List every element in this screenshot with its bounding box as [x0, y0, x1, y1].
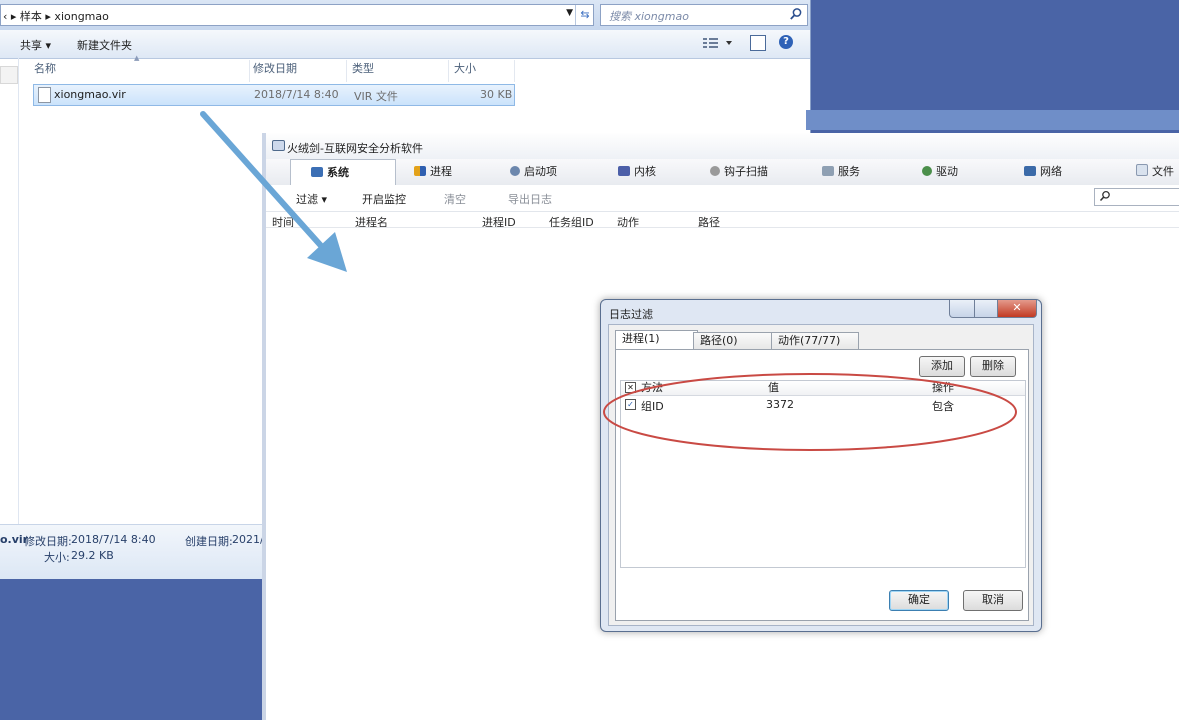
annotation-ellipse [603, 373, 1017, 451]
tab-services[interactable]: 服务 [822, 159, 860, 185]
tab-kernel[interactable]: 内核 [618, 159, 656, 185]
file-modified: 2018/7/14 8:40 [254, 88, 339, 101]
search-icon[interactable] [789, 7, 803, 21]
status-modified-label: 修改日期: [24, 535, 72, 548]
file-icon [38, 87, 51, 103]
tab-label: 文件 [1152, 165, 1174, 178]
details-pane: o.vir 修改日期: 2018/7/14 8:40 创建日期: 2021/ 大… [0, 524, 264, 579]
status-modified-value: 2018/7/14 8:40 [71, 533, 156, 546]
log-toolbar: 过滤 ▾ 开启监控 清空 导出日志 [266, 185, 1179, 212]
maximize-icon[interactable] [974, 300, 998, 318]
address-dropdown-icon[interactable]: ▼ [566, 8, 573, 18]
services-icon [822, 166, 834, 176]
tab-label: 进程 [430, 165, 452, 178]
dialog-tab-label: 路径(0) [700, 334, 738, 347]
file-type: VIR 文件 [354, 90, 398, 103]
nav-selected-item[interactable] [0, 66, 18, 84]
app-titlebar[interactable]: 火绒剑-互联网安全分析软件 [266, 133, 1179, 159]
tab-label: 钩子扫描 [724, 165, 768, 178]
explorer-toolbar: 共享 ▾ 新建文件夹 ? [0, 30, 810, 59]
cancel-button[interactable]: 取消 [963, 590, 1023, 611]
tab-file[interactable]: 文件 [1136, 159, 1174, 185]
tab-label: 网络 [1040, 165, 1062, 178]
file-tab-icon [1136, 164, 1148, 176]
start-monitor-button[interactable]: 开启监控 [362, 191, 406, 207]
tab-label: 驱动 [936, 165, 958, 178]
status-size-value: 29.2 KB [71, 549, 114, 562]
breadcrumb[interactable]: ‹ ▸ 样本 ▸ xiongmao [3, 8, 109, 24]
minimize-icon[interactable] [949, 300, 975, 318]
hook-icon [710, 166, 720, 176]
dialog-tab-action[interactable]: 动作(77/77) [771, 332, 859, 350]
view-options-icon[interactable] [702, 35, 736, 51]
column-header-modified[interactable]: 修改日期 [249, 60, 347, 82]
refresh-icon[interactable]: ⇆ [575, 5, 594, 25]
list-header-divider [266, 227, 1179, 228]
dialog-tab-process[interactable]: 进程(1) [615, 330, 698, 350]
status-created-label: 创建日期: [185, 535, 233, 548]
tab-label: 服务 [838, 165, 860, 178]
tab-label: 启动项 [524, 165, 557, 178]
tab-drivers[interactable]: 驱动 [922, 159, 958, 185]
column-header-label: 类型 [352, 62, 374, 75]
network-icon [1024, 166, 1036, 176]
process-icon [414, 166, 426, 176]
dialog-tab-path[interactable]: 路径(0) [693, 332, 774, 350]
column-header-label: 修改日期 [253, 62, 297, 75]
background-window-strip [806, 110, 1179, 130]
share-button[interactable]: 共享 ▾ [20, 37, 51, 53]
preview-pane-icon[interactable] [750, 35, 766, 51]
app-search-input[interactable] [1094, 188, 1179, 206]
address-bar-area: ‹ ▸ 样本 ▸ xiongmao ▼ ⇆ 搜索 xiongmao [0, 0, 810, 30]
column-header-type[interactable]: 类型 [348, 60, 449, 82]
column-header-name[interactable]: 名称 [30, 60, 250, 82]
main-tab-bar: 系统 进程 启动项 内核 钩子扫描 服务 驱动 网络 文件 [266, 159, 1179, 187]
tab-label: 内核 [634, 165, 656, 178]
log-filter-dialog: 日志过滤 ✕ 进程(1) 路径(0) 动作(77/77) 添加 删除 ✕ 方法 … [600, 299, 1042, 632]
dialog-title: 日志过滤 [609, 308, 653, 321]
address-bar[interactable]: ‹ ▸ 样本 ▸ xiongmao ▼ ⇆ [0, 4, 594, 26]
file-name: xiongmao.vir [54, 88, 126, 101]
annotation-arrow [200, 111, 347, 272]
tab-startup[interactable]: 启动项 [510, 159, 557, 185]
window-controls: ✕ [949, 300, 1037, 318]
tab-hook-scan[interactable]: 钩子扫描 [710, 159, 768, 185]
clear-button[interactable]: 清空 [444, 191, 466, 207]
file-row[interactable]: xiongmao.vir 2018/7/14 8:40 VIR 文件 30 KB [33, 84, 515, 106]
column-header-size[interactable]: 大小 [450, 60, 515, 82]
status-created-value: 2021/ [232, 533, 264, 546]
close-icon[interactable]: ✕ [997, 300, 1037, 318]
search-input[interactable]: 搜索 xiongmao [600, 4, 808, 26]
status-size-label: 大小: [44, 551, 70, 564]
tab-network[interactable]: 网络 [1024, 159, 1062, 185]
column-header-label: 名称 [34, 62, 56, 75]
new-folder-button[interactable]: 新建文件夹 [77, 37, 132, 53]
dialog-tab-label: 动作(77/77) [778, 334, 841, 347]
search-icon [1099, 190, 1110, 202]
column-header-label: 大小 [454, 62, 476, 75]
driver-icon [922, 166, 932, 176]
search-placeholder: 搜索 xiongmao [609, 10, 689, 23]
tab-process[interactable]: 进程 [414, 159, 452, 185]
export-log-button[interactable]: 导出日志 [508, 191, 552, 207]
ok-button[interactable]: 确定 [889, 590, 949, 611]
help-icon[interactable]: ? [779, 35, 793, 49]
navigation-pane[interactable] [0, 58, 19, 528]
file-size: 30 KB [480, 88, 513, 101]
dialog-tab-label: 进程(1) [622, 332, 660, 345]
startup-icon [510, 166, 520, 176]
kernel-icon [618, 166, 630, 176]
